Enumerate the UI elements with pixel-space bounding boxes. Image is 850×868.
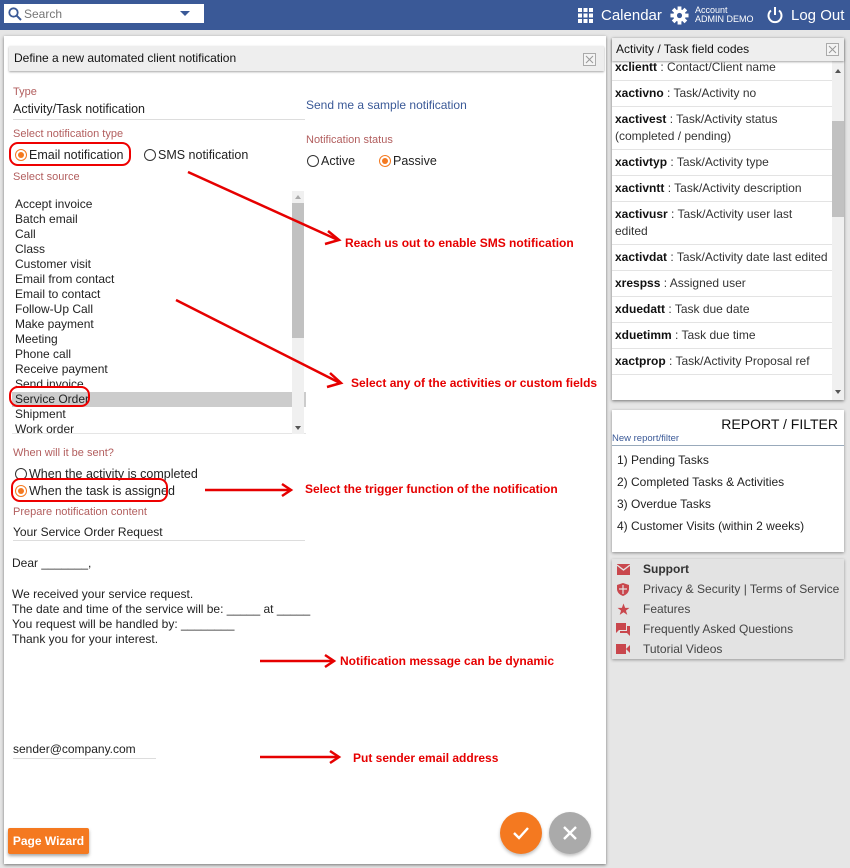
field-code-row[interactable]: xduedatt : Task due date <box>612 297 832 323</box>
annotation-sms: Reach us out to enable SMS notification <box>345 236 574 250</box>
report-list: 1) Pending Tasks 2) Completed Tasks & Act… <box>617 453 804 541</box>
field-code-description: Task/Activity type <box>676 155 769 169</box>
scroll-up-icon[interactable] <box>835 69 841 73</box>
shield-icon <box>616 582 630 596</box>
annotation-sender: Put sender email address <box>353 751 499 765</box>
field-code-description: Task/Activity Proposal ref <box>675 354 810 368</box>
field-code-row[interactable]: xactivntt : Task/Activity description <box>612 176 832 202</box>
report-filter-title: REPORT / FILTER <box>721 416 838 432</box>
field-code-description: Task/Activity date last edited <box>676 250 828 264</box>
annotation-source: Select any of the activities or custom f… <box>351 376 598 390</box>
field-codes-title: Activity / Task field codes <box>616 42 750 56</box>
field-code-description: Task due time <box>681 328 756 342</box>
report-item[interactable]: 3) Overdue Tasks <box>617 497 804 519</box>
tutorial-videos-link[interactable]: Tutorial Videos <box>616 641 722 657</box>
tutorial-videos-label: Tutorial Videos <box>643 642 723 656</box>
field-code-row[interactable]: xactprop : Task/Activity Proposal ref <box>612 349 832 375</box>
field-code-row[interactable]: xactivdat : Task/Activity date last edit… <box>612 245 832 271</box>
field-code: xrespss <box>615 276 661 290</box>
annotation-arrow <box>175 298 341 385</box>
support-panel: Support Privacy & Security | Terms of Se… <box>612 559 844 659</box>
field-code-description: Assigned user <box>669 276 746 290</box>
faq-label: Frequently Asked Questions <box>643 622 794 636</box>
report-item[interactable]: 2) Completed Tasks & Activities <box>617 475 804 497</box>
star-icon <box>616 602 630 616</box>
annotation-trigger: Select the trigger function of the notif… <box>305 482 558 496</box>
field-code-row[interactable]: xrespss : Assigned user <box>612 271 832 297</box>
field-codes-list: xclientt : Contact/Client name xactivno :… <box>612 55 832 394</box>
report-item[interactable]: 4) Customer Visits (within 2 weeks) <box>617 519 804 541</box>
support-link[interactable]: Support <box>616 561 689 577</box>
features-link[interactable]: Features <box>616 601 690 617</box>
field-code-row[interactable]: xactivno : Task/Activity no <box>612 81 832 107</box>
report-item[interactable]: 1) Pending Tasks <box>617 453 804 475</box>
close-icon <box>828 45 837 54</box>
scroll-thumb[interactable] <box>832 121 844 217</box>
field-code: xactivest <box>615 112 667 126</box>
privacy-label: Privacy & Security | Terms of Service <box>643 582 840 596</box>
report-filter-panel: REPORT / FILTER New report/filter 1) Pen… <box>612 410 844 552</box>
field-codes-panel: Activity / Task field codes xclientt : C… <box>612 38 844 400</box>
field-code: xactivtyp <box>615 155 668 169</box>
scroll-down-icon[interactable] <box>835 390 841 394</box>
privacy-link[interactable]: Privacy & Security | Terms of Service <box>616 581 839 597</box>
field-code: xduetimm <box>615 328 672 342</box>
field-code: xactprop <box>615 354 666 368</box>
annotation-dynamic: Notification message can be dynamic <box>340 654 555 668</box>
field-code-row[interactable]: xactivest : Task/Activity status (comple… <box>612 107 832 150</box>
field-code-description: Task due date <box>674 302 750 316</box>
field-code-row[interactable]: xactivtyp : Task/Activity type <box>612 150 832 176</box>
mail-icon <box>616 562 630 576</box>
support-label: Support <box>643 562 689 576</box>
field-codes-header: Activity / Task field codes <box>612 38 844 61</box>
field-codes-scrollbar[interactable] <box>832 61 844 400</box>
field-code: xduedatt <box>615 302 666 316</box>
field-code-description: Contact/Client name <box>667 60 776 74</box>
field-code: xactivntt <box>615 181 665 195</box>
field-code-row[interactable]: xduetimm : Task due time <box>612 323 832 349</box>
field-code-row[interactable]: xactivusr : Task/Activity user last edit… <box>612 202 832 245</box>
video-icon <box>616 642 630 656</box>
features-label: Features <box>643 602 691 616</box>
field-code: xactivdat <box>615 250 668 264</box>
field-code: xactivusr <box>615 207 668 221</box>
field-code-description: Task/Activity no <box>673 86 757 100</box>
faq-link[interactable]: Frequently Asked Questions <box>616 621 793 637</box>
annotation-arrow <box>187 170 339 242</box>
field-code-description: Task/Activity description <box>674 181 802 195</box>
close-button[interactable] <box>826 43 839 56</box>
field-code: xactivno <box>615 86 664 100</box>
field-code: xclientt <box>615 60 658 74</box>
chat-icon <box>616 622 630 636</box>
new-report-link[interactable]: New report/filter <box>612 433 844 446</box>
